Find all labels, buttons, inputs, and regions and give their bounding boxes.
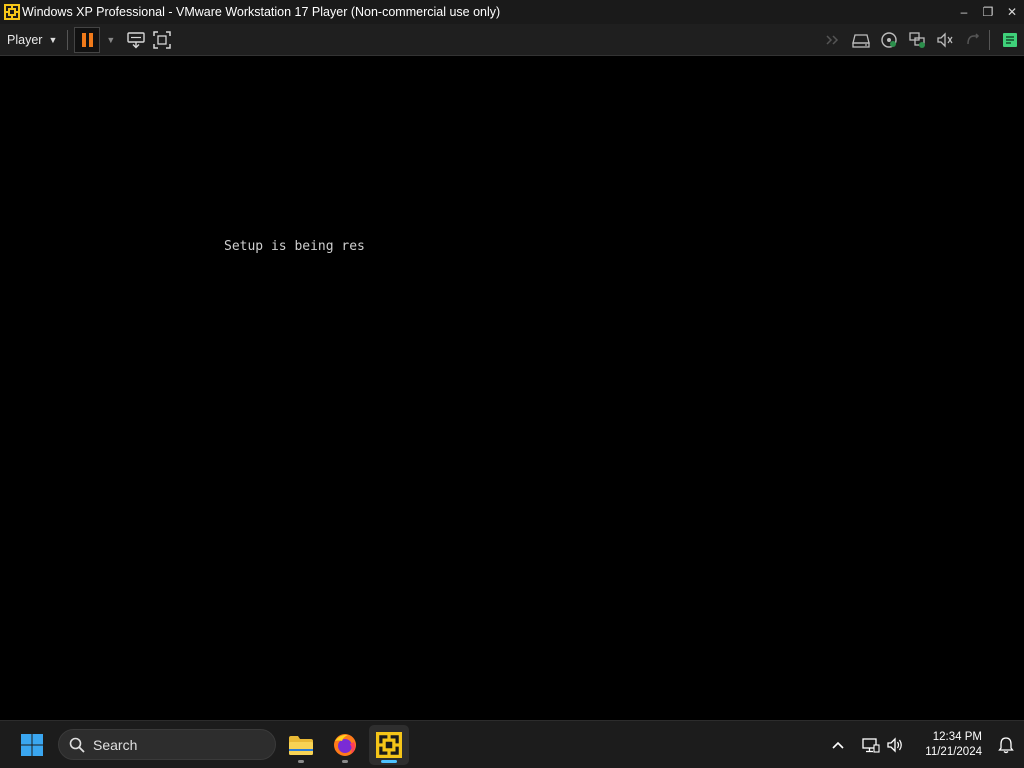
vmware-toolbar: Player ▼ ▼ (0, 24, 1024, 56)
restore-button[interactable]: ❐ (976, 0, 1000, 24)
setup-status-text: Setup is being res (224, 239, 365, 254)
fullscreen-icon (153, 30, 172, 49)
window-title: Windows XP Professional - VMware Worksta… (22, 5, 501, 19)
hard-disk-button[interactable] (847, 26, 875, 54)
chevron-up-icon (832, 741, 844, 749)
app-root: Windows XP Professional - VMware Worksta… (0, 0, 1024, 768)
network-adapter-button[interactable] (903, 26, 931, 54)
vm-guest-screen[interactable]: Setup is being res (0, 56, 1024, 720)
taskbar-clock[interactable]: 12:34 PM 11/21/2024 (925, 730, 982, 760)
chevron-down-icon: ▼ (48, 34, 58, 45)
usb-button[interactable] (959, 26, 987, 54)
notes-button[interactable] (996, 26, 1024, 54)
pause-dropdown-icon[interactable]: ▼ (106, 35, 115, 45)
show-hidden-icons-button[interactable] (825, 729, 851, 761)
notes-icon (1003, 32, 1017, 47)
volume-icon (887, 737, 903, 753)
restore-icon: ❐ (982, 5, 994, 19)
pause-button[interactable] (74, 26, 101, 53)
minimize-button[interactable]: – (952, 0, 976, 24)
fullscreen-button[interactable] (149, 27, 175, 53)
quick-settings-button[interactable] (851, 729, 911, 761)
running-indicator (298, 760, 304, 763)
network-icon (862, 738, 880, 753)
cd-dvd-button[interactable] (875, 26, 903, 54)
search-placeholder: Search (93, 736, 138, 753)
player-menu-label: Player (7, 32, 43, 47)
windows-taskbar: Search 12:34 PM 11/21/2024 (0, 720, 1024, 768)
send-forward-icon (826, 34, 839, 45)
search-icon (69, 737, 85, 753)
close-icon: ✕ (1006, 5, 1018, 19)
taskbar-app-file-explorer[interactable] (281, 725, 321, 765)
minimize-icon: – (960, 5, 968, 19)
usb-icon (967, 32, 980, 44)
active-indicator (381, 760, 397, 763)
send-forward-button[interactable] (819, 26, 847, 54)
pause-icon (81, 32, 93, 47)
taskbar-search-box[interactable]: Search (58, 729, 276, 760)
clock-date: 11/21/2024 (925, 746, 982, 758)
taskbar-app-firefox[interactable] (325, 725, 365, 765)
sound-card-icon (937, 31, 953, 48)
notifications-button[interactable] (992, 729, 1020, 761)
send-ctrl-alt-del-icon (127, 31, 145, 48)
player-menu-button[interactable]: Player ▼ (0, 28, 63, 52)
vmware-app-icon (4, 4, 20, 20)
firefox-icon (334, 734, 356, 756)
running-indicator (342, 760, 348, 763)
hard-disk-icon (852, 33, 870, 48)
folder-icon (289, 736, 313, 755)
system-tray: 12:34 PM 11/21/2024 (825, 721, 1024, 768)
vmware-icon (376, 732, 402, 758)
sound-card-button[interactable] (931, 26, 959, 54)
toolbar-divider-right (989, 29, 990, 50)
taskbar-app-vmware-player[interactable] (369, 725, 409, 765)
cd-dvd-icon (881, 31, 897, 48)
bell-icon (998, 737, 1014, 754)
start-button[interactable] (14, 729, 50, 761)
send-ctrl-alt-del-button[interactable] (123, 27, 149, 53)
network-adapter-icon (909, 31, 925, 48)
window-controls: – ❐ ✕ (952, 0, 1024, 24)
clock-time: 12:34 PM (932, 731, 982, 743)
toolbar-divider (67, 29, 69, 50)
device-status-icons (819, 24, 1024, 55)
window-titlebar[interactable]: Windows XP Professional - VMware Worksta… (0, 0, 1024, 24)
close-button[interactable]: ✕ (1000, 0, 1024, 24)
windows-logo-icon (21, 734, 43, 756)
pause-control: ▼ (74, 26, 123, 53)
